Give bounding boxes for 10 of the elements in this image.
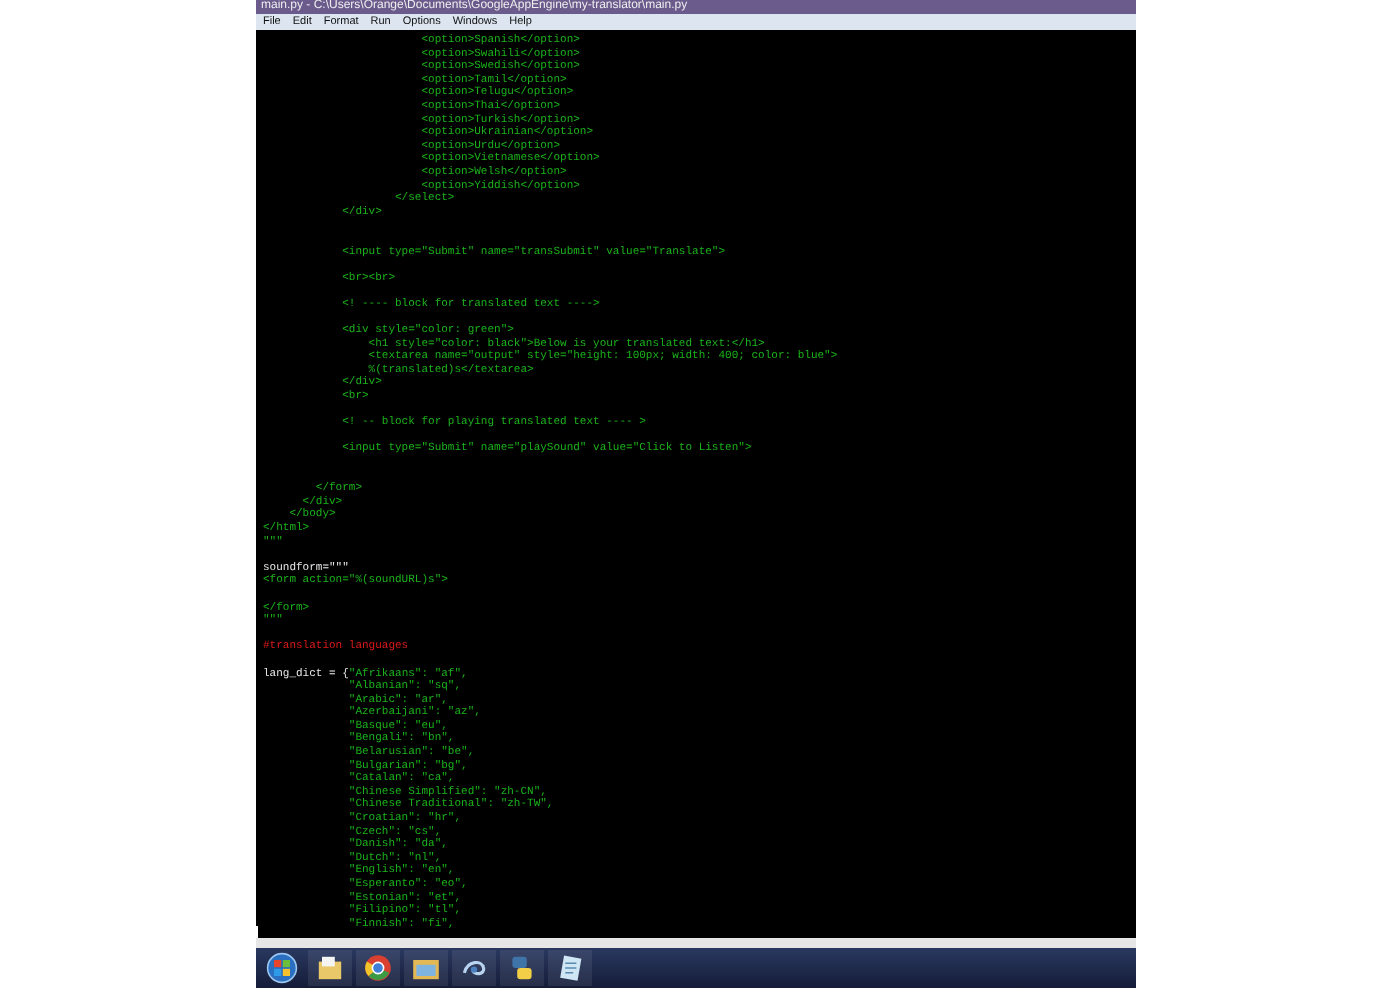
taskbar-button[interactable] <box>355 950 399 986</box>
taskbar-button[interactable] <box>307 950 351 986</box>
taskbar-button[interactable] <box>547 950 591 986</box>
taskbar-button[interactable] <box>499 950 543 986</box>
start-orb-icon <box>265 952 297 984</box>
circle-logo-icon <box>361 952 393 984</box>
taskbar-button[interactable] <box>451 950 495 986</box>
taskbar-button[interactable] <box>403 950 447 986</box>
text-cursor <box>255 926 257 938</box>
folder-icon <box>313 952 345 984</box>
